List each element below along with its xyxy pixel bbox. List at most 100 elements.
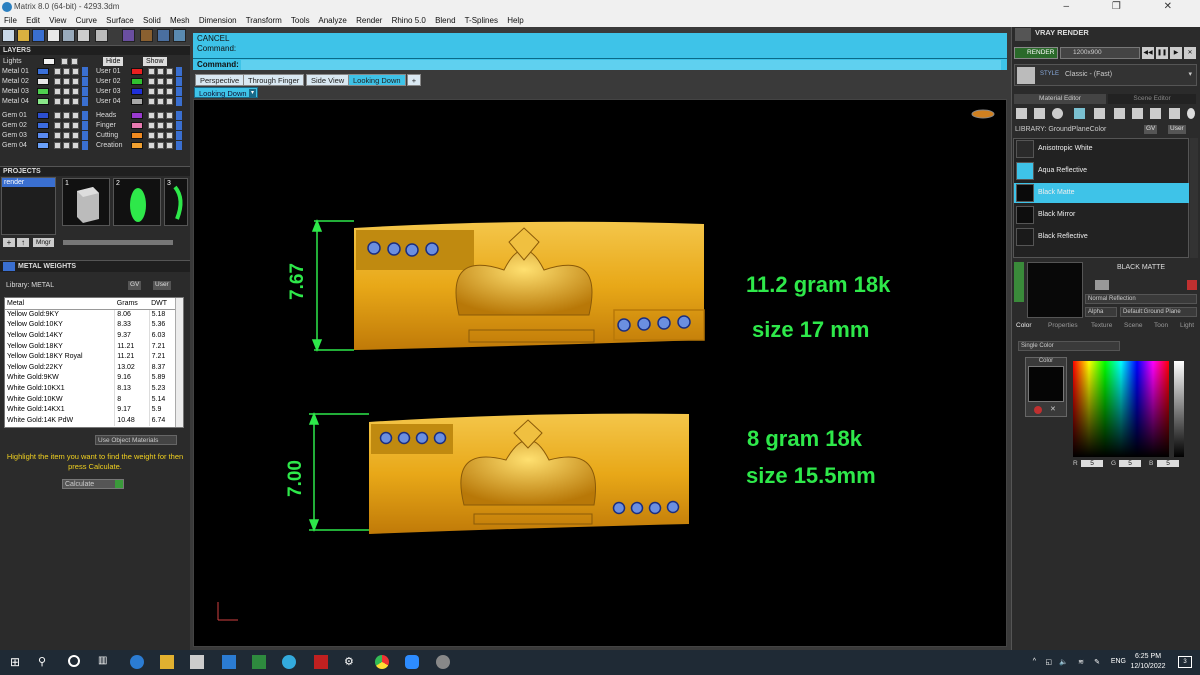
gem-icon[interactable] xyxy=(1034,108,1045,119)
hide-button[interactable]: Hide xyxy=(103,57,124,66)
layer-toggle[interactable] xyxy=(72,68,79,75)
table-row[interactable]: Yellow Gold:18KY Royal 11.21 7.21 xyxy=(5,351,178,362)
layer-select-bar[interactable] xyxy=(82,87,88,96)
tab-texture[interactable]: Texture xyxy=(1091,322,1112,329)
layer-toggle[interactable] xyxy=(63,78,70,85)
cube-icon[interactable] xyxy=(1150,108,1161,119)
ground-plane-select[interactable]: Default:Ground Plane xyxy=(1120,307,1197,317)
layer-toggle[interactable] xyxy=(166,78,173,85)
store-icon[interactable] xyxy=(190,655,204,669)
layer-row[interactable]: User 01 xyxy=(96,67,186,76)
layer-select-bar[interactable] xyxy=(176,121,182,130)
layer-toggle[interactable] xyxy=(157,112,164,119)
menu-view[interactable]: View xyxy=(49,16,66,25)
layer-toggle[interactable] xyxy=(157,68,164,75)
browser-icon[interactable] xyxy=(282,655,296,669)
new-icon[interactable] xyxy=(2,29,15,42)
tray-chevron-icon[interactable]: ^ xyxy=(1033,658,1036,665)
layer-color-swatch[interactable] xyxy=(131,142,143,149)
project-thumb-3[interactable]: 3 xyxy=(164,178,188,226)
layer-color-swatch[interactable] xyxy=(131,122,143,129)
tab-through-finger[interactable]: Through Finger xyxy=(243,74,305,86)
open-icon[interactable] xyxy=(17,29,30,42)
layer-row[interactable]: User 03 xyxy=(96,87,186,96)
layer-toggle[interactable] xyxy=(54,98,61,105)
table-row[interactable]: White Gold:14KX1 9.17 5.9 xyxy=(5,404,178,415)
vray-user-button[interactable]: User xyxy=(1168,125,1186,134)
tab-scene-editor[interactable]: Scene Editor xyxy=(1108,94,1196,104)
lights-row[interactable]: Lights Hide Show xyxy=(3,57,183,66)
layer-select-bar[interactable] xyxy=(82,141,88,150)
menu-analyze[interactable]: Analyze xyxy=(318,16,346,25)
table-scrollbar[interactable] xyxy=(175,298,183,427)
tab-toon[interactable]: Toon xyxy=(1154,322,1168,329)
tab-color[interactable]: Color xyxy=(1016,322,1032,329)
file-explorer-icon[interactable] xyxy=(160,655,174,669)
layer-row[interactable]: Gem 04 xyxy=(2,141,92,150)
layer-color-swatch[interactable] xyxy=(131,88,143,95)
layer-toggle[interactable] xyxy=(72,122,79,129)
settings-icon[interactable] xyxy=(173,29,186,42)
metal-user-button[interactable]: User xyxy=(153,281,171,290)
layer-row[interactable]: Gem 01 xyxy=(2,111,92,120)
ground-icon[interactable] xyxy=(1074,108,1085,119)
color-picker-spectrum[interactable] xyxy=(1073,361,1169,457)
menu-edit[interactable]: Edit xyxy=(26,16,40,25)
layer-toggle[interactable] xyxy=(148,68,155,75)
material-list-item[interactable]: Black Matte xyxy=(1014,183,1189,203)
layer-toggle[interactable] xyxy=(63,88,70,95)
lights-swatch[interactable] xyxy=(43,58,55,65)
layer-color-swatch[interactable] xyxy=(37,78,49,85)
layer-toggle[interactable] xyxy=(54,112,61,119)
layer-row[interactable]: Metal 01 xyxy=(2,67,92,76)
layer-toggle[interactable] xyxy=(157,98,164,105)
b-input[interactable]: 5 xyxy=(1157,460,1179,467)
layer-toggle[interactable] xyxy=(72,88,79,95)
wifi-icon[interactable]: ≋ xyxy=(1078,658,1084,666)
add-tab-button[interactable]: + xyxy=(407,74,421,86)
light-icon[interactable] xyxy=(1187,108,1195,119)
layer-select-bar[interactable] xyxy=(82,97,88,106)
edge-icon[interactable] xyxy=(130,655,144,669)
layer-toggle[interactable] xyxy=(72,132,79,139)
layer-toggle[interactable] xyxy=(54,122,61,129)
gear-icon[interactable]: ⚙ xyxy=(344,655,358,669)
metal-weights-table[interactable]: Metal Grams DWT Yellow Gold:9KY 8.06 5.18 Y… xyxy=(4,297,184,428)
color-mode-select[interactable]: Single Color xyxy=(1018,341,1120,351)
zoom-icon[interactable] xyxy=(405,655,419,669)
close-icon[interactable]: ✕ xyxy=(1050,406,1058,414)
task-view-icon[interactable]: ▥ xyxy=(98,655,112,669)
excel-icon[interactable] xyxy=(252,655,266,669)
cut-icon[interactable] xyxy=(95,29,108,42)
viewport[interactable]: 7.67 11.2 gram 18k size 17 mm 7.00 8 gra… xyxy=(193,99,1007,647)
menu-surface[interactable]: Surface xyxy=(106,16,134,25)
layer-row[interactable]: Cutting xyxy=(96,131,186,140)
layer-select-bar[interactable] xyxy=(176,131,182,140)
tab-material-editor[interactable]: Material Editor xyxy=(1014,94,1106,104)
layer-select-bar[interactable] xyxy=(176,67,182,76)
g-input[interactable]: 5 xyxy=(1119,460,1141,467)
hdr-icon[interactable] xyxy=(1095,280,1109,290)
layer-toggle[interactable] xyxy=(148,88,155,95)
layer-color-swatch[interactable] xyxy=(131,98,143,105)
vray-gv-button[interactable]: GV xyxy=(1144,125,1158,134)
project-thumb-1[interactable]: 1 xyxy=(62,178,110,226)
refresh-icon[interactable] xyxy=(1187,280,1197,290)
tab-properties[interactable]: Properties xyxy=(1048,322,1078,329)
material-icon[interactable] xyxy=(157,29,170,42)
menu-dimension[interactable]: Dimension xyxy=(199,16,237,25)
layer-color-swatch[interactable] xyxy=(131,78,143,85)
layer-row[interactable]: Gem 03 xyxy=(2,131,92,140)
menu-help[interactable]: Help xyxy=(507,16,523,25)
thumb-size-slider[interactable] xyxy=(63,240,173,245)
matrix-icon[interactable] xyxy=(314,655,328,669)
layer-row[interactable]: User 04 xyxy=(96,97,186,106)
playback-controls[interactable]: ◀◀ ❚❚ ▶ ✕ xyxy=(1142,47,1197,59)
stack-icon[interactable] xyxy=(1169,108,1180,119)
layer-color-swatch[interactable] xyxy=(37,142,49,149)
layer-toggle[interactable] xyxy=(148,78,155,85)
layer-color-swatch[interactable] xyxy=(37,122,49,129)
layer-row[interactable]: Heads xyxy=(96,111,186,120)
window-controls[interactable]: – ❐ ✕ xyxy=(1064,0,1192,14)
layer-toggle[interactable] xyxy=(148,142,155,149)
